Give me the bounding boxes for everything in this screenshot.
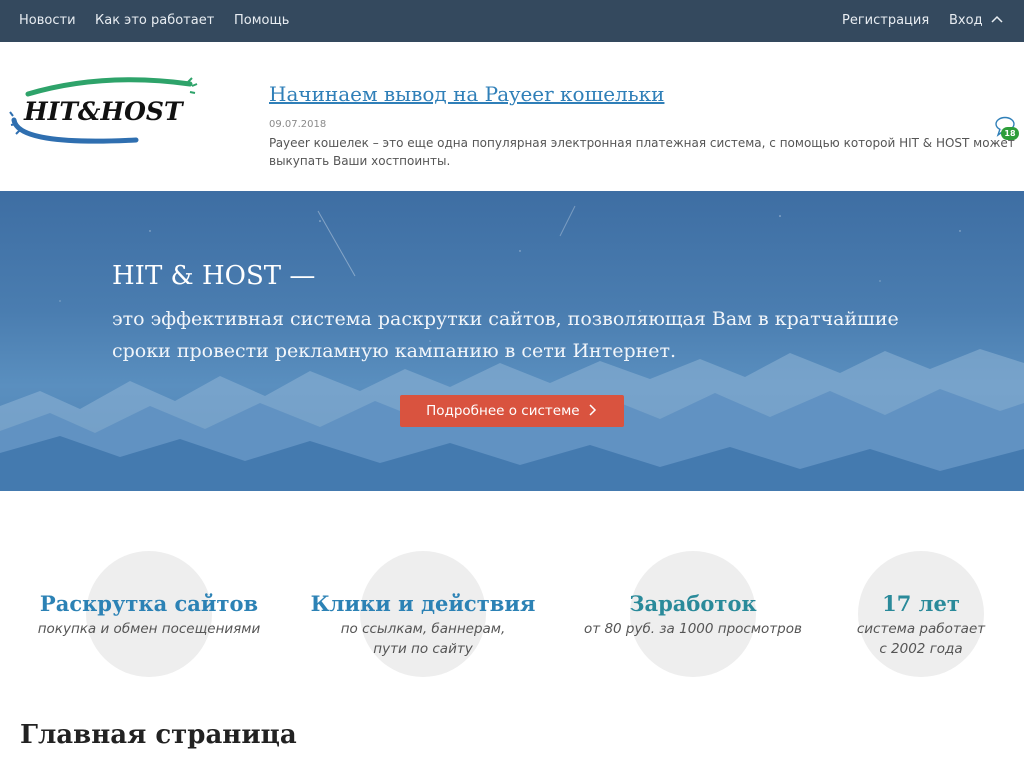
site-header: HIT&HOST Начинаем вывод на Payeer кошель… <box>0 42 1024 191</box>
feature-description: покупка и обмен посещениями <box>37 621 261 637</box>
feature-earnings: Заработок от 80 руб. за 1000 просмотров <box>568 551 818 681</box>
hero-title: HIT & HOST — <box>112 261 316 291</box>
nav-login-link[interactable]: Вход <box>949 13 983 28</box>
nav-how-it-works-link[interactable]: Как это работает <box>95 13 214 28</box>
feature-years: 17 лет система работает с 2002 года <box>796 551 1024 681</box>
nav-news-link[interactable]: Новости <box>19 13 76 28</box>
feature-title: Клики и действия <box>310 591 536 616</box>
hero-subtitle: это эффективная система раскрутки сайтов… <box>112 308 899 362</box>
chevron-up-icon[interactable] <box>990 12 1004 26</box>
hero-banner: HIT & HOST — это эффективная система рас… <box>0 191 1024 491</box>
feature-promotion: Раскрутка сайтов покупка и обмен посещен… <box>24 551 274 681</box>
nav-register-link[interactable]: Регистрация <box>842 13 929 28</box>
comment-count-badge: 18 <box>1001 127 1019 140</box>
more-about-system-button[interactable]: Подробнее о системе <box>400 395 624 427</box>
feature-title: Заработок <box>629 591 757 616</box>
chevron-right-icon <box>589 404 596 416</box>
logo-text: HIT&HOST <box>23 97 185 126</box>
top-navigation: Новости Как это работает Помощь Регистра… <box>0 0 1024 42</box>
news-date: 09.07.2018 <box>269 119 327 130</box>
feature-title: 17 лет <box>882 591 960 616</box>
feature-title: Раскрутка сайтов <box>39 591 259 616</box>
feature-clicks: Клики и действия по ссылкам, баннерам, п… <box>298 551 548 681</box>
more-about-system-button-label: Подробнее о системе <box>426 403 580 419</box>
feature-description: система работает с 2002 года <box>856 621 986 657</box>
feature-description: от 80 руб. за 1000 просмотров <box>584 621 802 637</box>
page-title: Главная страница <box>20 720 297 750</box>
nav-help-link[interactable]: Помощь <box>234 13 289 28</box>
feature-description: по ссылкам, баннерам, пути по сайту <box>340 621 506 657</box>
news-summary: Payeer кошелек – это еще одна популярная… <box>269 136 1015 168</box>
news-title-link[interactable]: Начинаем вывод на Payeer кошельки <box>269 82 664 106</box>
site-logo[interactable]: HIT&HOST <box>8 76 198 148</box>
